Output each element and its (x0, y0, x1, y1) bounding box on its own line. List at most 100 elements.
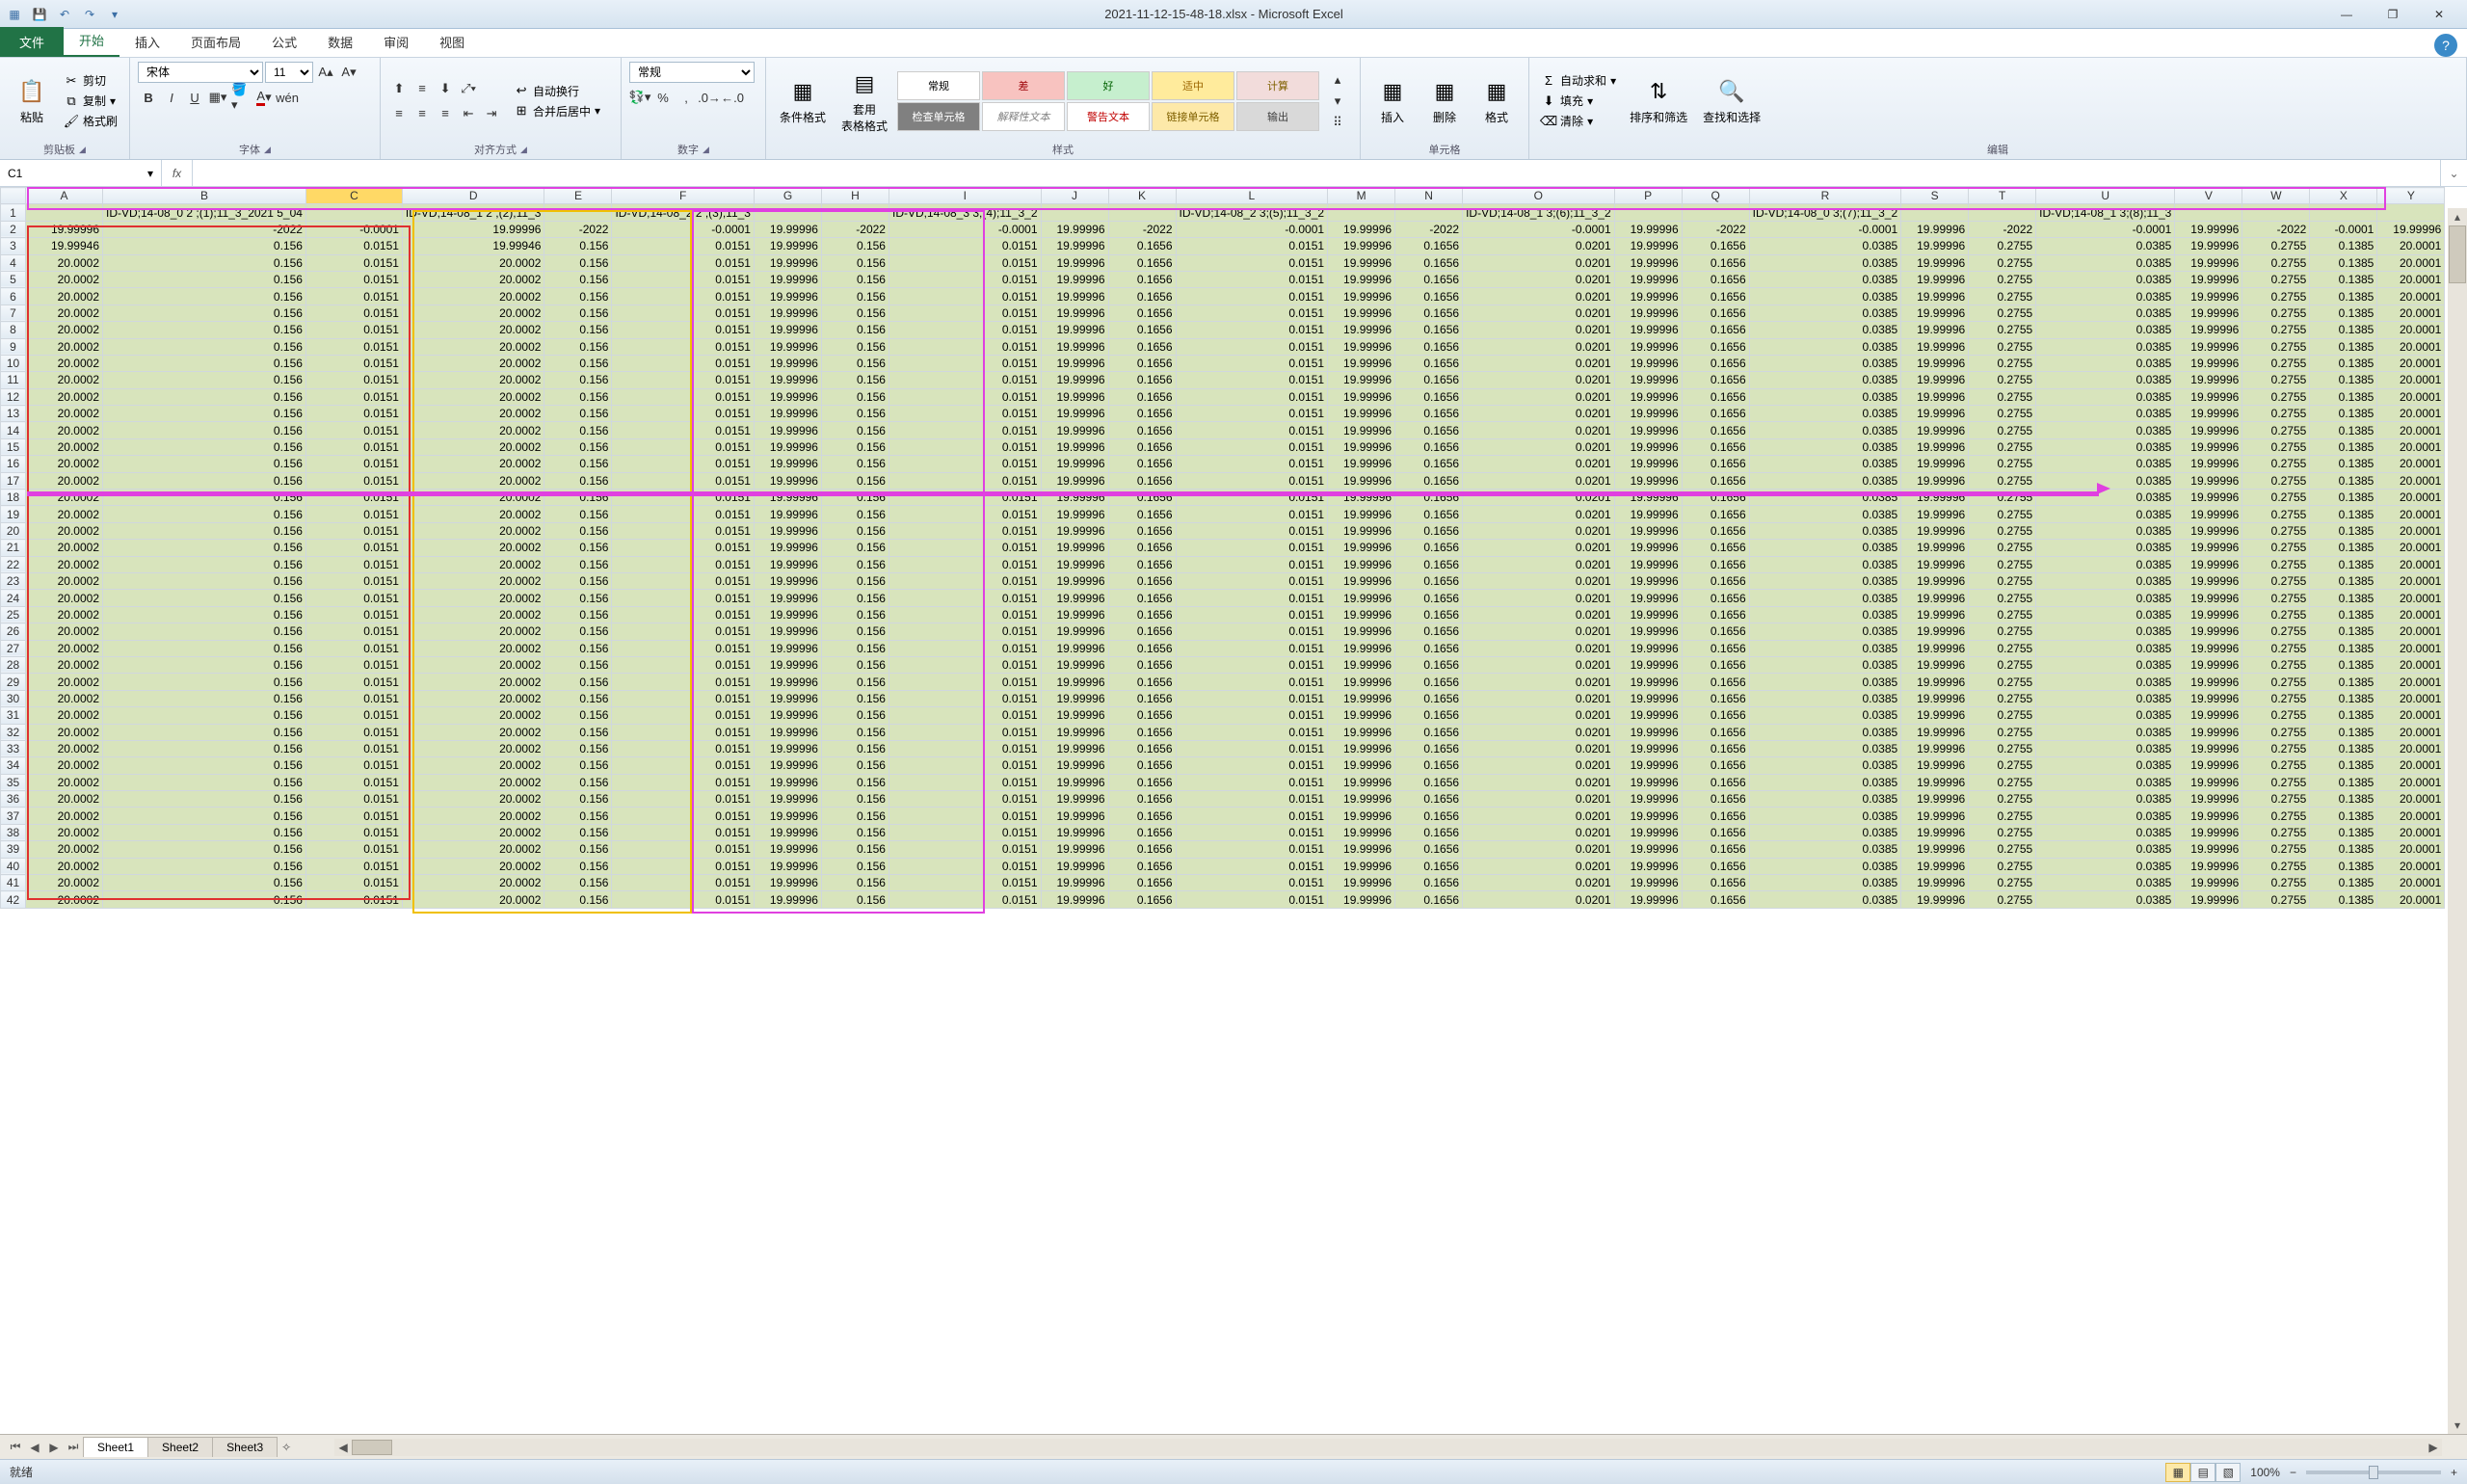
cell[interactable]: 0.1656 (1108, 707, 1176, 724)
cell[interactable]: 19.99996 (1614, 623, 1682, 640)
cell[interactable]: 0.1656 (1395, 388, 1463, 405)
cell[interactable]: 20.0002 (402, 522, 544, 539)
cell[interactable]: 0.2755 (1969, 406, 2036, 422)
cell[interactable]: 0.1656 (1395, 757, 1463, 774)
cell[interactable]: 0.0201 (1463, 757, 1615, 774)
cell[interactable]: 19.99996 (1614, 606, 1682, 623)
cell[interactable]: 0.0385 (1749, 456, 1901, 472)
cell[interactable]: 0.1656 (1682, 572, 1749, 589)
cell[interactable]: 19.99996 (1901, 355, 1969, 371)
cell[interactable]: 0.2755 (1969, 238, 2036, 254)
cell[interactable]: 20.0001 (2377, 656, 2445, 673)
cell[interactable]: 0.0151 (889, 590, 1041, 606)
cell[interactable]: 0.1656 (1395, 540, 1463, 556)
cell[interactable]: 0.1656 (1108, 690, 1176, 706)
cell[interactable]: 0.1656 (1108, 472, 1176, 489)
cell[interactable]: 0.0385 (2036, 774, 2175, 790)
cell[interactable]: 0.1656 (1395, 707, 1463, 724)
cell[interactable]: 19.99996 (1614, 774, 1682, 790)
cell[interactable]: 0.1385 (2310, 740, 2377, 756)
cell[interactable]: 20.0002 (26, 858, 103, 874)
cell[interactable]: 0.156 (103, 724, 306, 740)
cell[interactable]: 0.1385 (2310, 355, 2377, 371)
cell[interactable]: 0.0385 (2036, 656, 2175, 673)
cell[interactable]: 0.0201 (1463, 372, 1615, 388)
cell[interactable]: 0.0151 (889, 757, 1041, 774)
cell[interactable] (1328, 204, 1395, 221)
cell[interactable]: 19.99996 (1901, 606, 1969, 623)
cell[interactable]: 20.0001 (2377, 355, 2445, 371)
cell[interactable]: 0.0385 (2036, 540, 2175, 556)
cell[interactable]: 0.0151 (889, 490, 1041, 506)
cell[interactable]: -2022 (1682, 221, 1749, 237)
gallery-more-icon[interactable]: ⠿ (1327, 112, 1348, 133)
cell[interactable]: 0.0151 (305, 724, 402, 740)
col-header[interactable]: R (1749, 188, 1901, 204)
cell[interactable]: 0.0201 (1463, 891, 1615, 908)
cell[interactable]: 0.156 (544, 690, 612, 706)
cell[interactable]: 0.1656 (1682, 707, 1749, 724)
sheet-tab-2[interactable]: Sheet2 (147, 1437, 213, 1457)
cell[interactable]: 0.0385 (2036, 506, 2175, 522)
cell[interactable]: 0.1656 (1108, 875, 1176, 891)
cell[interactable]: 19.99996 (2175, 305, 2242, 321)
cell[interactable]: 20.0002 (402, 406, 544, 422)
cell[interactable]: 20.0002 (402, 506, 544, 522)
phonetic-button[interactable]: wén (277, 87, 298, 108)
cell[interactable]: 19.99996 (754, 221, 821, 237)
cell[interactable]: 0.156 (544, 724, 612, 740)
cell[interactable]: 20.0001 (2377, 238, 2445, 254)
cell[interactable]: 19.99996 (1901, 640, 1969, 656)
align-bottom-icon[interactable]: ⬇ (435, 78, 456, 99)
cell[interactable]: 0.1656 (1395, 422, 1463, 438)
cell[interactable]: 20.0002 (26, 690, 103, 706)
cell[interactable]: 0.0385 (2036, 674, 2175, 690)
cell[interactable]: 0.0201 (1463, 791, 1615, 808)
cell[interactable]: 19.99996 (1328, 540, 1395, 556)
cell[interactable]: 0.2755 (1969, 556, 2036, 572)
cell[interactable]: 19.99996 (754, 238, 821, 254)
tab-nav-prev-icon[interactable]: ◀ (25, 1441, 44, 1454)
cell[interactable]: 0.1656 (1108, 522, 1176, 539)
row-header[interactable]: 16 (1, 456, 26, 472)
cell[interactable]: 0.0385 (1749, 472, 1901, 489)
cell[interactable]: 0.2755 (2242, 841, 2310, 858)
row-header[interactable]: 4 (1, 254, 26, 271)
cell[interactable] (26, 204, 103, 221)
cell[interactable]: 20.0002 (26, 372, 103, 388)
cell[interactable]: 20.0002 (26, 640, 103, 656)
cell[interactable]: 0.0385 (1749, 740, 1901, 756)
cell[interactable]: 0.1656 (1682, 406, 1749, 422)
font-dialog-icon[interactable]: ◢ (264, 145, 271, 155)
cell[interactable]: 0.0151 (1176, 707, 1328, 724)
cell[interactable]: 0.156 (821, 388, 889, 405)
cell[interactable]: 0.1656 (1682, 456, 1749, 472)
cell[interactable] (2242, 204, 2310, 221)
tab-insert[interactable]: 插入 (119, 27, 175, 57)
cell[interactable]: 20.0002 (402, 740, 544, 756)
cell[interactable]: 0.0151 (889, 472, 1041, 489)
tab-nav-next-icon[interactable]: ▶ (44, 1441, 64, 1454)
cell[interactable]: 0.1385 (2310, 305, 2377, 321)
row-header[interactable]: 1 (1, 204, 26, 221)
cell[interactable]: 19.99996 (2175, 472, 2242, 489)
cell[interactable]: 19.99996 (1041, 472, 1108, 489)
cell[interactable]: 0.156 (544, 322, 612, 338)
cell[interactable]: 0.0385 (1749, 690, 1901, 706)
cell[interactable]: 0.0385 (2036, 841, 2175, 858)
underline-button[interactable]: U (184, 87, 205, 108)
cell[interactable]: 0.0385 (1749, 724, 1901, 740)
cell[interactable]: 0.1385 (2310, 406, 2377, 422)
cell[interactable]: 0.156 (544, 438, 612, 455)
cell[interactable]: 0.156 (821, 238, 889, 254)
cell[interactable]: 0.1656 (1108, 724, 1176, 740)
orientation-icon[interactable]: ⤢▾ (458, 78, 479, 99)
cell[interactable]: 0.0201 (1463, 288, 1615, 305)
accounting-icon[interactable]: 💱▾ (629, 87, 650, 108)
cell[interactable]: 0.1385 (2310, 472, 2377, 489)
cell[interactable]: 19.99996 (2175, 355, 2242, 371)
cell[interactable]: 19.99996 (1041, 656, 1108, 673)
cell[interactable]: 0.2755 (1969, 456, 2036, 472)
cell[interactable]: 19.99996 (754, 506, 821, 522)
cell[interactable]: 20.0001 (2377, 891, 2445, 908)
